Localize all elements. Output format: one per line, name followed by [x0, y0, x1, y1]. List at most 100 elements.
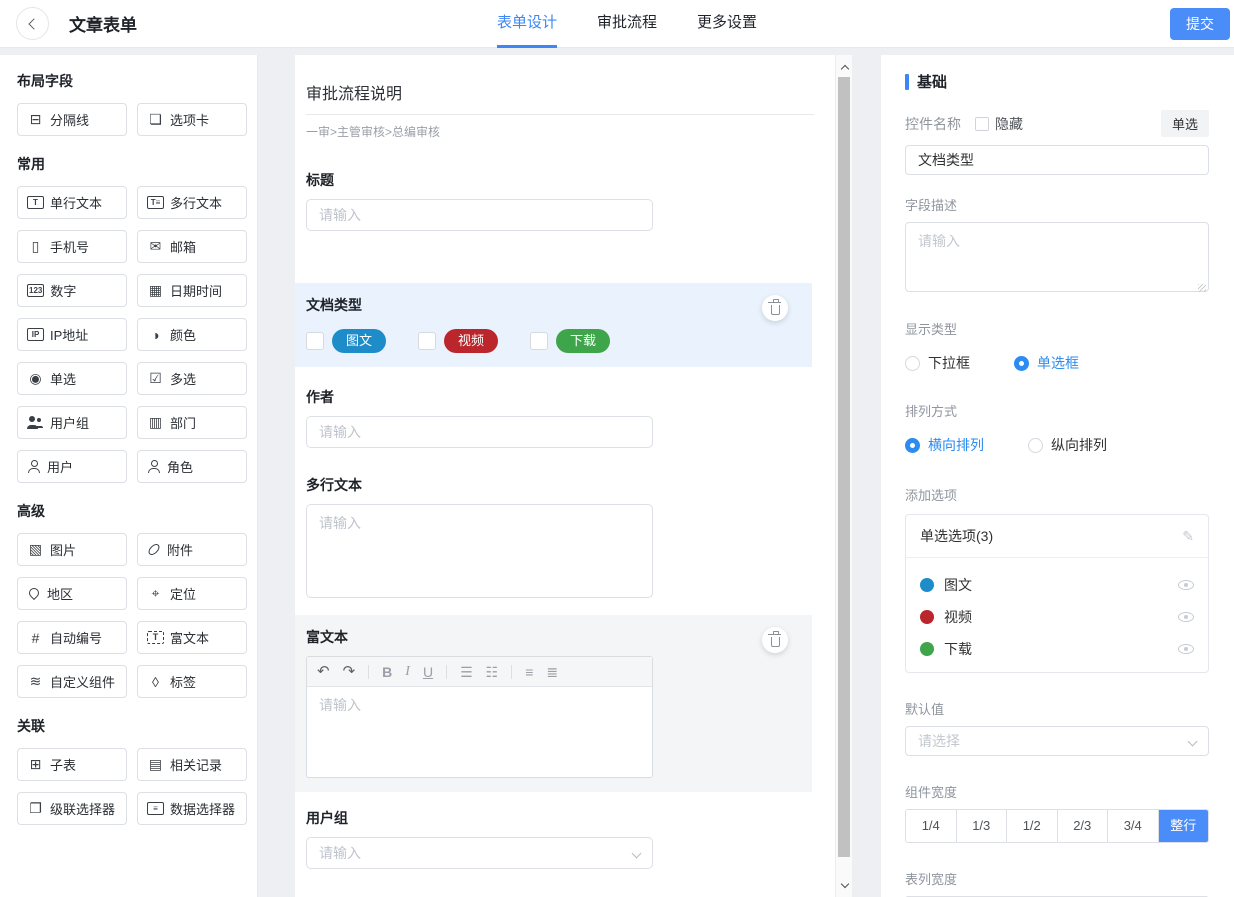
auto-number-icon: # [31, 629, 40, 646]
sidebar-item-auto-number[interactable]: # 自动编号 [17, 621, 127, 654]
sidebar-item-multi-line-text[interactable]: T≡ 多行文本 [137, 186, 247, 219]
delete-field-button[interactable] [762, 627, 788, 653]
sidebar-item-rich-text[interactable]: T 富文本 [137, 621, 247, 654]
component-width-1-2[interactable]: 1/2 [1006, 810, 1057, 842]
section-relation: 关联 ⊞ 子表 ▤ 相关记录 ❐ 级联选择器 ≡ 数据选择器 [17, 716, 247, 825]
doc-type-option-badge[interactable]: 视频 [444, 329, 499, 353]
doc-type-checkbox-3[interactable] [530, 332, 549, 350]
component-width-2-3[interactable]: 2/3 [1056, 810, 1107, 842]
submit-button[interactable]: 提交 [1170, 8, 1230, 40]
arrangement-vertical-radio[interactable]: 纵向排列 [1028, 435, 1107, 455]
eye-icon[interactable] [1178, 644, 1194, 654]
sidebar-item-role[interactable]: 角色 [137, 450, 247, 483]
underline-icon[interactable]: U [423, 665, 433, 679]
component-width-full[interactable]: 整行 [1157, 810, 1208, 842]
bold-icon[interactable]: B [382, 665, 392, 679]
sidebar-item-divider[interactable]: ⊟ 分隔线 [17, 103, 127, 136]
doc-type-option-badge[interactable]: 下载 [556, 329, 611, 353]
redo-icon[interactable]: ↷ [343, 664, 356, 679]
sidebar-item-attachment[interactable]: 附件 [137, 533, 247, 566]
component-width-label: 组件宽度 [905, 785, 958, 800]
author-input[interactable] [306, 416, 653, 448]
doc-type-checkbox-1[interactable] [306, 332, 324, 350]
sidebar-item-number[interactable]: 123 数字 [17, 274, 127, 307]
sidebar-item-tag[interactable]: ◊ 标签 [137, 665, 247, 698]
sidebar-item-multi-select[interactable]: ☑ 多选 [137, 362, 247, 395]
user-group-select[interactable]: 请输入 [306, 837, 653, 869]
component-width-3-4[interactable]: 3/4 [1107, 810, 1158, 842]
component-width-1-3[interactable]: 1/3 [955, 810, 1006, 842]
sidebar-item-phone[interactable]: ▯ 手机号 [17, 230, 127, 263]
field-doc-type[interactable]: 文档类型 图文 视频 下载 [295, 283, 812, 367]
richtext-content[interactable]: 请输入 [307, 687, 652, 777]
sidebar-item-department[interactable]: ▥ 部门 [137, 406, 247, 439]
scrollbar-thumb[interactable] [838, 77, 850, 857]
sidebar-item-color[interactable]: ◑ 颜色 [137, 318, 247, 351]
field-label: 文档类型 [306, 297, 362, 313]
canvas-scrollbar[interactable] [835, 55, 852, 897]
color-icon: ◑ [151, 326, 160, 343]
bullet-list-icon[interactable]: ☰ [460, 665, 473, 679]
display-type-dropdown-radio[interactable]: 下拉框 [905, 353, 970, 373]
tab-more-settings[interactable]: 更多设置 [697, 0, 757, 48]
sidebar-item-user[interactable]: 用户 [17, 450, 127, 483]
sidebar-item-region[interactable]: 地区 [17, 577, 127, 610]
sidebar-item-related-record[interactable]: ▤ 相关记录 [137, 748, 247, 781]
sidebar-item-tabs[interactable]: ❏ 选项卡 [137, 103, 247, 136]
align-center-icon[interactable]: ≡ [525, 665, 533, 679]
sidebar-item-ip-address[interactable]: IP IP地址 [17, 318, 127, 351]
phone-icon: ▯ [31, 238, 40, 254]
sidebar-item-cascade-selector[interactable]: ❐ 级联选择器 [17, 792, 127, 825]
section-common: 常用 T 单行文本 T≡ 多行文本 ▯ 手机号 ✉ 邮箱 123 数字 ▦ 日期时间 IP I… [17, 154, 247, 483]
field-label: 富文本 [306, 629, 348, 645]
field-author[interactable]: 作者 [295, 387, 812, 448]
location-icon: ⌖ [151, 585, 160, 601]
eye-icon[interactable] [1178, 580, 1194, 590]
ordered-list-icon[interactable]: ☷ [486, 665, 499, 679]
display-type-radio-box-radio[interactable]: 单选框 [1014, 353, 1079, 373]
control-name-row: 控件名称 隐藏 单选 [905, 110, 1209, 137]
sidebar-item-image[interactable]: ▧ 图片 [17, 533, 127, 566]
scroll-down-button[interactable] [836, 877, 852, 894]
field-user-group[interactable]: 用户组 请输入 [295, 808, 812, 869]
sidebar-item-data-selector[interactable]: ≡ 数据选择器 [137, 792, 247, 825]
scroll-up-button[interactable] [836, 58, 852, 75]
sidebar-item-location[interactable]: ⌖ 定位 [137, 577, 247, 610]
sidebar-item-single-line-text[interactable]: T 单行文本 [17, 186, 127, 219]
sidebar-item-radio[interactable]: ◉ 单选 [17, 362, 127, 395]
field-multiline[interactable]: 多行文本 [295, 475, 812, 603]
back-button[interactable] [16, 7, 49, 40]
control-name-input[interactable] [905, 145, 1209, 175]
doc-type-checkbox-2[interactable] [418, 332, 437, 350]
component-width-1-4[interactable]: 1/4 [906, 810, 956, 842]
align-right-icon[interactable]: ≣ [546, 665, 558, 679]
sidebar-item-email[interactable]: ✉ 邮箱 [137, 230, 247, 263]
arrangement-horizontal-radio[interactable]: 横向排列 [905, 435, 984, 455]
field-title[interactable]: 标题 [295, 170, 812, 231]
sidebar-item-subtable[interactable]: ⊞ 子表 [17, 748, 127, 781]
sidebar-item-user-group[interactable]: 用户组 [17, 406, 127, 439]
eye-icon[interactable] [1178, 612, 1194, 622]
chevron-down-icon [840, 879, 849, 889]
approval-description[interactable]: 审批流程说明 一审>主管审核>总编审核 [295, 80, 814, 140]
rich-text-icon: T [147, 631, 164, 644]
title-input[interactable] [306, 199, 653, 231]
hidden-checkbox[interactable] [975, 116, 989, 131]
section-title-common: 常用 [17, 156, 45, 172]
user-icon [27, 460, 40, 473]
field-richtext[interactable]: 富文本 ↶ ↷ B I U ☰ ☷ ≡ ≣ 请输入 [295, 615, 812, 792]
multi-line-text-icon: T≡ [147, 196, 164, 209]
sidebar-item-custom-component[interactable]: ≋ 自定义组件 [17, 665, 127, 698]
delete-field-button[interactable] [762, 295, 788, 321]
doc-type-option-badge[interactable]: 图文 [332, 329, 387, 353]
italic-icon[interactable]: I [405, 664, 410, 679]
tab-approval-flow[interactable]: 审批流程 [597, 0, 657, 48]
sidebar-item-datetime[interactable]: ▦ 日期时间 [137, 274, 247, 307]
tab-form-design[interactable]: 表单设计 [497, 0, 558, 48]
multiline-textarea[interactable] [306, 504, 653, 598]
undo-icon[interactable]: ↶ [317, 664, 330, 679]
default-value-select[interactable]: 请选择 [905, 726, 1209, 756]
field-desc-textarea[interactable] [905, 222, 1209, 292]
edit-options-icon[interactable]: ✎ [1182, 528, 1194, 545]
data-selector-icon: ≡ [147, 802, 164, 815]
